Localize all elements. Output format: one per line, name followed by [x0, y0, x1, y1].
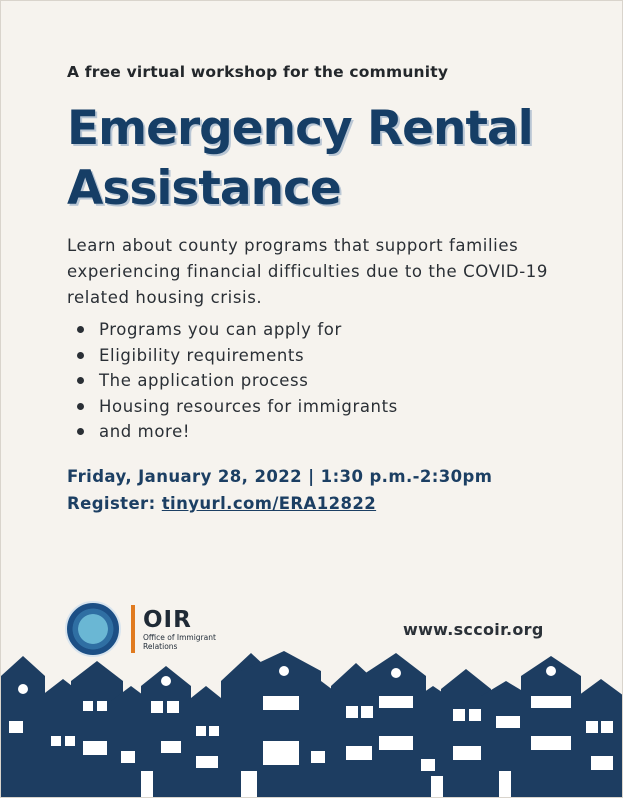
bullet-icon [77, 428, 84, 436]
bullet-icon [77, 377, 84, 385]
bullet-icon [77, 402, 84, 410]
register-label: Register: [67, 494, 156, 513]
list-item: Programs you can apply for [77, 317, 398, 343]
headline-line-1: Emergency Rental [67, 101, 534, 156]
headline-line-2: Assistance [67, 161, 342, 216]
bullet-icon [77, 351, 84, 359]
headline: Emergency Rental Assistance [67, 99, 607, 219]
org-acronym: OIR [143, 607, 192, 633]
flyer: A free virtual workshop for the communit… [0, 0, 623, 798]
list-item: and more! [77, 419, 398, 445]
register-link[interactable]: tinyurl.com/ERA12822 [162, 494, 376, 513]
list-item: Eligibility requirements [77, 343, 398, 369]
bullet-icon [77, 326, 84, 334]
list-item: The application process [77, 368, 398, 394]
event-date-time: Friday, January 28, 2022 | 1:30 p.m.-2:3… [67, 467, 493, 486]
website-url: www.sccoir.org [403, 620, 544, 639]
house-skyline-illustration [1, 651, 622, 797]
kicker-text: A free virtual workshop for the communit… [67, 63, 449, 81]
intro-paragraph: Learn about county programs that support… [67, 236, 548, 307]
event-details: Friday, January 28, 2022 | 1:30 p.m.-2:3… [67, 463, 492, 517]
register-line: Register: tinyurl.com/ERA12822 [67, 490, 492, 517]
topic-list: Programs you can apply for Eligibility r… [77, 317, 398, 445]
list-item: Housing resources for immigrants [77, 394, 398, 420]
